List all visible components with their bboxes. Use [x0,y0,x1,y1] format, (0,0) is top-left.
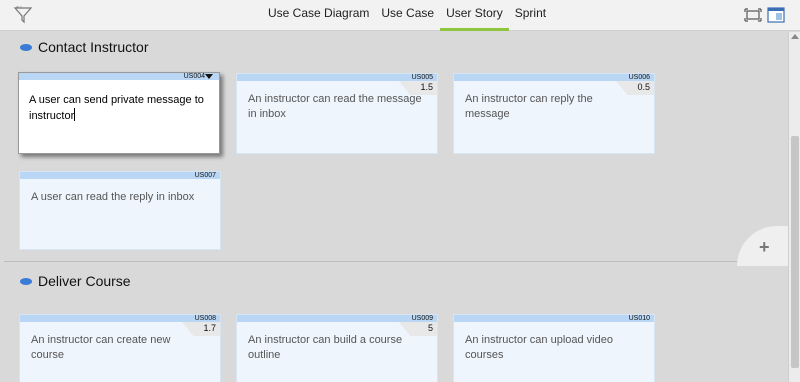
story-card[interactable]: US005 1.5 An instructor can read the mes… [236,73,438,154]
fit-to-screen-icon[interactable] [744,7,762,23]
story-text[interactable]: A user can send private message to instr… [29,93,205,124]
story-card[interactable]: US004 A user can send private message to… [18,72,220,154]
story-card[interactable]: US007 A user can read the reply in inbox [19,171,221,250]
tab-use-case[interactable]: Use Case [375,0,440,31]
story-text: An instructor can create new course [31,334,171,361]
chevron-down-icon[interactable] [205,74,213,79]
story-id: US009 [411,315,433,322]
story-card[interactable]: US006 0.5 An instructor can reply the me… [453,73,655,154]
group-bullet-icon [20,277,32,285]
group-bullet-icon [20,43,32,51]
story-text: An instructor can build a course outline [248,334,403,361]
story-id: US008 [194,315,216,322]
story-text: A user can read the reply in inbox [31,191,195,203]
story-id: US004 [183,73,205,80]
text-caret [74,108,76,121]
tab-sprint[interactable]: Sprint [509,0,552,31]
story-text: An instructor can read the message in in… [248,93,422,120]
story-id: US006 [628,74,650,81]
filter-icon[interactable] [13,5,33,25]
story-text: An instructor can upload video courses [465,334,613,361]
plus-icon: + [759,237,770,257]
group-header[interactable]: Contact Instructor [20,39,149,55]
story-group: Contact Instructor US004 A user can send… [4,32,786,262]
toolbar: Use Case Diagram Use Case User Story Spr… [0,0,800,31]
scroll-up-icon[interactable] [791,34,799,39]
story-board: Contact Instructor US004 A user can send… [0,32,788,382]
scrollbar-thumb[interactable] [791,136,799,368]
panel-layout-icon[interactable] [767,7,785,23]
group-title: Deliver Course [38,273,131,289]
story-card[interactable]: US008 1.7 An instructor can create new c… [19,314,221,382]
tab-user-story[interactable]: User Story [440,0,509,31]
tab-use-case-diagram[interactable]: Use Case Diagram [262,0,375,31]
group-header[interactable]: Deliver Course [20,273,131,289]
story-card[interactable]: US010 An instructor can upload video cou… [453,314,655,382]
story-id: US005 [411,74,433,81]
story-id: US010 [628,315,650,322]
group-title: Contact Instructor [38,39,149,55]
view-tabs: Use Case Diagram Use Case User Story Spr… [262,0,552,31]
vertical-scrollbar[interactable] [788,32,800,382]
story-id: US007 [194,172,216,179]
story-text: An instructor can reply the message [465,93,593,120]
story-card[interactable]: US009 5 An instructor can build a course… [236,314,438,382]
story-group: Deliver Course US008 1.7 An instructor c… [4,266,786,382]
